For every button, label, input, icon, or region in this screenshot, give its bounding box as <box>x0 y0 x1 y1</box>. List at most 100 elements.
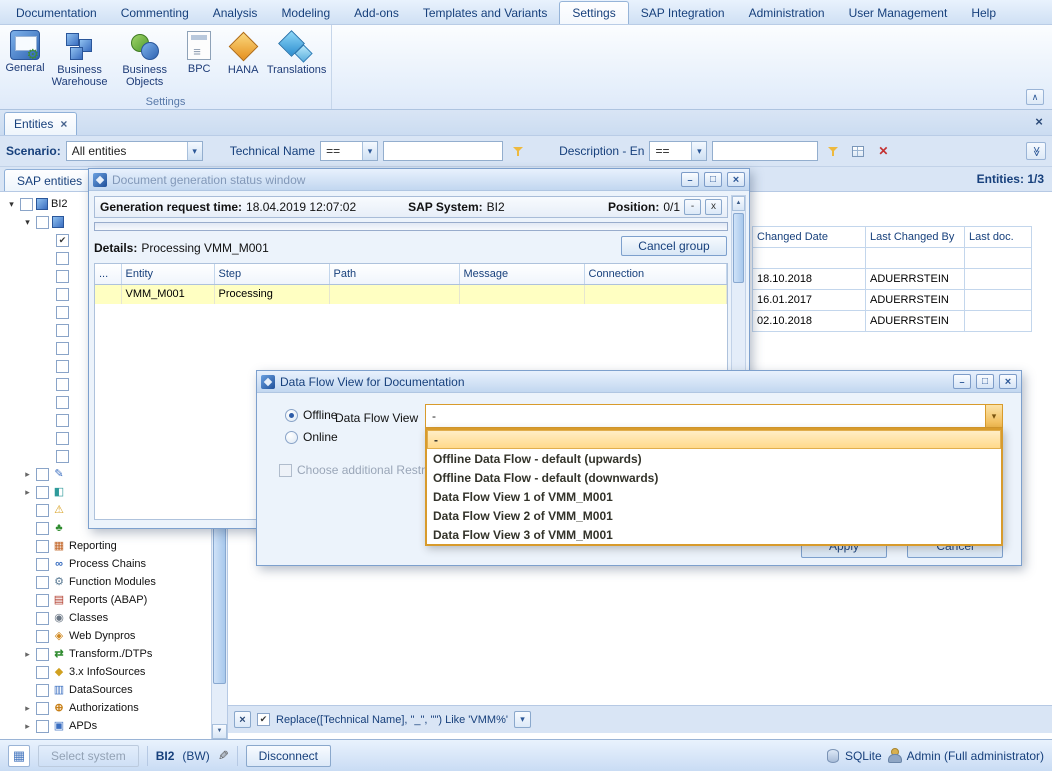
tab-sap-entities[interactable]: SAP entities <box>4 169 95 191</box>
tree-checkbox[interactable] <box>36 558 49 571</box>
collapse-status-button[interactable]: - <box>684 199 701 215</box>
menu-tab-administration[interactable]: Administration <box>737 2 837 24</box>
column-last-changed-by[interactable]: Last Changed By <box>866 227 965 248</box>
filter-enabled-checkbox[interactable] <box>257 713 270 726</box>
menu-tab-templates-variants[interactable]: Templates and Variants <box>411 2 560 24</box>
tree-checkbox[interactable] <box>56 324 69 337</box>
chevron-right-icon[interactable] <box>22 649 33 660</box>
chevron-right-icon[interactable] <box>22 703 33 714</box>
column-entity[interactable]: Entity <box>121 264 214 284</box>
chevron-down-icon[interactable] <box>187 142 202 160</box>
tree-checkbox[interactable] <box>56 270 69 283</box>
column-step[interactable]: Step <box>214 264 329 284</box>
tree-item-datasources[interactable]: DataSources <box>0 681 211 699</box>
menu-tab-help[interactable]: Help <box>959 2 1008 24</box>
tree-checkbox[interactable] <box>56 342 69 355</box>
tab-close-icon[interactable] <box>60 117 67 131</box>
tree-checkbox[interactable] <box>36 648 49 661</box>
option-item[interactable]: Data Flow View 3 of VMM_M001 <box>427 525 1001 544</box>
tree-item-authorizations[interactable]: Authorizations <box>0 699 211 717</box>
chevron-down-icon[interactable] <box>22 217 33 228</box>
scrollbar-thumb[interactable] <box>733 213 744 283</box>
option-item[interactable]: Data Flow View 1 of VMM_M001 <box>427 487 1001 506</box>
tree-checkbox[interactable] <box>36 540 49 553</box>
dialog-title-bar[interactable]: Data Flow View for Documentation <box>257 371 1021 393</box>
select-system-button[interactable]: Select system <box>38 745 139 767</box>
column-last-doc[interactable]: Last doc. <box>965 227 1032 248</box>
option-item[interactable]: Offline Data Flow - default (upwards) <box>427 449 1001 468</box>
tree-item-reports-abap[interactable]: Reports (ABAP) <box>0 591 211 609</box>
apply-filter-button[interactable] <box>823 141 843 161</box>
menu-tab-user-management[interactable]: User Management <box>837 2 960 24</box>
column-connection[interactable]: Connection <box>584 264 727 284</box>
filter-editor-button[interactable] <box>848 141 868 161</box>
dialog-title-bar[interactable]: Document generation status window <box>89 169 749 191</box>
business-warehouse-button[interactable]: Business Warehouse <box>48 28 111 90</box>
tree-checkbox[interactable] <box>36 522 49 535</box>
tree-checkbox[interactable] <box>36 486 49 499</box>
tree-checkbox[interactable] <box>56 360 69 373</box>
tree-checkbox[interactable] <box>36 612 49 625</box>
tree-item-web-dynpros[interactable]: Web Dynpros <box>0 627 211 645</box>
tree-checkbox[interactable] <box>56 378 69 391</box>
menu-tab-addons[interactable]: Add-ons <box>342 2 411 24</box>
column-path[interactable]: Path <box>329 264 459 284</box>
scroll-down-icon[interactable] <box>212 724 227 739</box>
tree-checkbox[interactable] <box>36 630 49 643</box>
menu-tab-sap-integration[interactable]: SAP Integration <box>629 2 737 24</box>
table-row-active[interactable]: VMM_M001 Processing <box>95 284 727 304</box>
scenario-select[interactable]: All entities <box>66 141 203 161</box>
minimize-icon[interactable] <box>681 172 699 187</box>
menu-tab-analysis[interactable]: Analysis <box>201 2 270 24</box>
maximize-icon[interactable] <box>976 374 994 389</box>
tab-entities[interactable]: Entities <box>4 112 77 135</box>
tree-item-process-chains[interactable]: Process Chains <box>0 555 211 573</box>
edit-connection-icon[interactable] <box>218 748 229 764</box>
tree-item-classes[interactable]: Classes <box>0 609 211 627</box>
clear-filter-button[interactable] <box>873 141 893 161</box>
menu-tab-settings[interactable]: Settings <box>559 1 628 24</box>
close-icon[interactable] <box>727 172 745 187</box>
tree-item-reporting[interactable]: Reporting <box>0 537 211 555</box>
tree-item-apds[interactable]: APDs <box>0 717 211 735</box>
option-item[interactable]: Offline Data Flow - default (downwards) <box>427 468 1001 487</box>
translations-button[interactable]: Translations <box>266 28 327 78</box>
tree-checkbox[interactable] <box>56 252 69 265</box>
column-options[interactable]: ... <box>95 264 121 284</box>
chevron-down-icon[interactable] <box>691 142 706 160</box>
chevron-right-icon[interactable] <box>22 469 33 480</box>
tree-checkbox[interactable] <box>56 414 69 427</box>
general-button[interactable]: General <box>4 28 46 76</box>
chevron-right-icon[interactable] <box>22 721 33 732</box>
tree-checkbox[interactable] <box>36 216 49 229</box>
tabbar-close-icon[interactable] <box>1030 114 1048 129</box>
tree-checkbox[interactable] <box>56 396 69 409</box>
tree-item-transformations-dtps[interactable]: Transform./DTPs <box>0 645 211 663</box>
tree-checkbox[interactable] <box>36 666 49 679</box>
option-item-selected[interactable]: - <box>427 430 1001 449</box>
column-changed-date[interactable]: Changed Date <box>753 227 866 248</box>
tree-checkbox[interactable] <box>36 576 49 589</box>
chevron-down-icon[interactable] <box>6 199 17 210</box>
description-input[interactable] <box>712 141 818 161</box>
tree-checkbox[interactable] <box>56 288 69 301</box>
chevron-down-icon[interactable] <box>362 142 377 160</box>
tree-checkbox[interactable] <box>56 450 69 463</box>
hana-button[interactable]: HANA <box>222 28 264 78</box>
bpc-button[interactable]: BPC <box>178 28 220 77</box>
chevron-down-icon[interactable] <box>985 405 1002 427</box>
expand-filters-button[interactable] <box>1026 142 1046 160</box>
business-objects-button[interactable]: Business Objects <box>113 28 176 90</box>
remove-filter-button[interactable] <box>234 711 251 728</box>
tree-checkbox[interactable] <box>36 594 49 607</box>
filter-dropdown-button[interactable] <box>514 711 531 728</box>
technical-name-operator-select[interactable]: == <box>320 141 378 161</box>
tree-checkbox[interactable] <box>20 198 33 211</box>
description-operator-select[interactable]: == <box>649 141 707 161</box>
ribbon-collapse-button[interactable] <box>1026 89 1044 105</box>
menu-tab-commenting[interactable]: Commenting <box>109 2 201 24</box>
tree-checkbox[interactable] <box>36 684 49 697</box>
scroll-up-icon[interactable] <box>732 196 745 211</box>
column-message[interactable]: Message <box>459 264 584 284</box>
chevron-right-icon[interactable] <box>22 487 33 498</box>
